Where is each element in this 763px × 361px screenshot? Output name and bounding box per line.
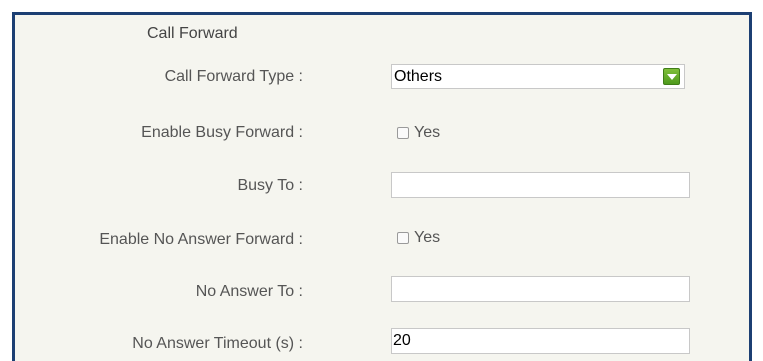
busy-to-input[interactable] [391,172,690,198]
call-forward-type-value: Others [394,68,443,85]
no-answer-timeout-label: No Answer Timeout (s) : [132,335,303,352]
no-answer-timeout-input[interactable] [391,328,690,354]
busy-to-label: Busy To : [237,177,303,194]
call-forward-type-label: Call Forward Type : [164,68,303,85]
no-answer-to-label: No Answer To : [195,283,303,300]
enable-no-answer-forward-label: Enable No Answer Forward : [99,231,303,248]
no-answer-to-input[interactable] [391,276,690,302]
chevron-down-icon[interactable] [663,68,680,85]
enable-busy-forward-label: Enable Busy Forward : [141,124,303,141]
enable-busy-forward-checkbox[interactable] [397,127,409,139]
enable-busy-forward-yes-label: Yes [414,124,441,141]
call-forward-type-select[interactable]: Others [391,64,685,89]
enable-busy-forward-option: Yes [397,124,440,142]
enable-no-answer-forward-option: Yes [397,229,440,247]
enable-no-answer-forward-checkbox[interactable] [397,232,409,244]
section-title: Call Forward [147,25,238,42]
enable-no-answer-forward-yes-label: Yes [414,229,441,246]
